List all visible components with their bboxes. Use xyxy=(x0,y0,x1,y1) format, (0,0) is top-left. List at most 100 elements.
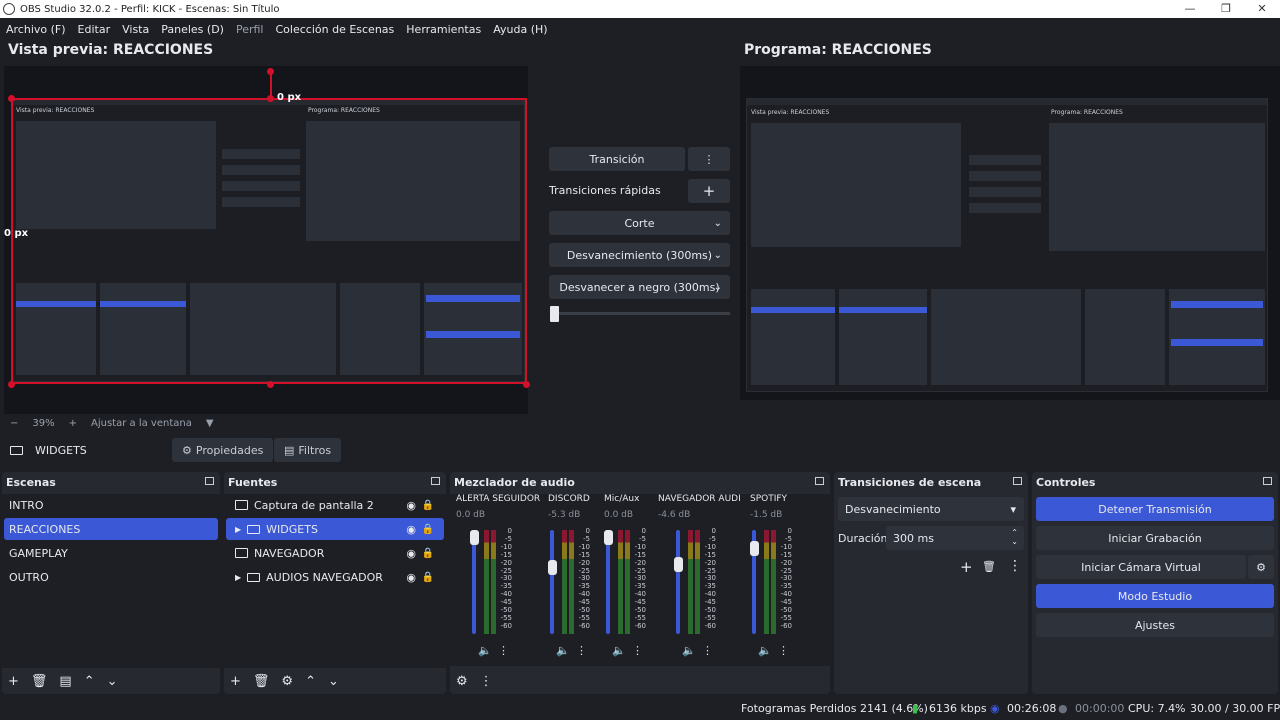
tbar-track[interactable] xyxy=(556,312,730,315)
stepper-icon[interactable]: ⌃ ⌄ xyxy=(1011,528,1018,546)
chevron-up-icon[interactable]: ⌃ xyxy=(84,674,95,689)
menu-archivo[interactable]: Archivo (F) xyxy=(6,23,66,36)
zoom-in-button[interactable]: + xyxy=(69,418,77,429)
volume-fader-knob[interactable] xyxy=(469,530,479,545)
studio-mode-button[interactable]: Modo Estudio xyxy=(1036,584,1274,608)
duration-input[interactable]: 300 ms ⌃ ⌄ xyxy=(886,526,1024,550)
lock-icon[interactable]: 🔒 xyxy=(422,524,434,535)
menu-ayuda[interactable]: Ayuda (H) xyxy=(493,23,547,36)
eye-icon[interactable]: ◉ xyxy=(406,571,416,584)
volume-fader-knob[interactable] xyxy=(749,540,759,556)
filter-icon[interactable]: ▤ xyxy=(59,674,71,689)
undock-icon[interactable] xyxy=(1013,477,1022,485)
scene-item-gameplay[interactable]: GAMEPLAY xyxy=(4,542,218,564)
eye-icon[interactable]: ◉ xyxy=(406,523,416,536)
mixer-channels: ALERTA SEGUIDOR 0.0 dB 0 -5 -10 -15 -20 -25 -30-… xyxy=(450,494,830,666)
menu-editar[interactable]: Editar xyxy=(78,23,111,36)
gear-icon[interactable]: ⚙ xyxy=(456,674,468,689)
source-item[interactable]: Captura de pantalla 2 ◉ 🔒 xyxy=(226,494,444,516)
eye-icon[interactable]: ◉ xyxy=(406,499,416,512)
menu-dots-icon[interactable]: ⋮ xyxy=(632,644,643,657)
trash-icon[interactable]: 🗑 xyxy=(31,674,48,689)
undock-icon[interactable] xyxy=(431,477,440,485)
tbar-handle[interactable] xyxy=(550,306,559,322)
chevron-down-icon[interactable]: ▼ xyxy=(206,418,214,429)
resize-handle-bottom-right[interactable] xyxy=(523,381,530,388)
trash-icon[interactable]: 🗑 xyxy=(982,560,996,573)
transition-menu-icon[interactable]: ⋮ xyxy=(688,147,730,171)
quick-transition-fade-black[interactable]: Desvanecer a negro (300ms) ⌄ xyxy=(549,275,730,299)
volume-fader-track[interactable] xyxy=(472,530,476,634)
speaker-icon[interactable]: 🔈 xyxy=(758,644,772,657)
settings-button[interactable]: Ajustes xyxy=(1036,613,1274,637)
volume-fader-track[interactable] xyxy=(676,530,680,634)
fit-window-label[interactable]: Ajustar a la ventana xyxy=(91,418,192,429)
gear-icon[interactable]: ⚙ xyxy=(281,674,293,689)
menu-dots-icon[interactable]: ⋮ xyxy=(576,644,587,657)
undock-icon[interactable] xyxy=(815,477,824,485)
resize-handle-top-left[interactable] xyxy=(8,95,15,102)
add-icon[interactable]: + xyxy=(960,558,973,576)
source-selection-frame[interactable] xyxy=(11,98,527,384)
chevron-down-icon[interactable]: ⌄ xyxy=(328,674,339,689)
speaker-icon[interactable]: 🔈 xyxy=(682,644,696,657)
speaker-icon[interactable]: 🔈 xyxy=(478,644,492,657)
minimize-icon[interactable]: — xyxy=(1172,0,1208,18)
menu-herramientas[interactable]: Herramientas xyxy=(406,23,481,36)
stop-stream-button[interactable]: Detener Transmisión xyxy=(1036,497,1274,521)
volume-fader-knob[interactable] xyxy=(673,556,683,572)
menu-perfil[interactable]: Perfil xyxy=(236,23,264,36)
menu-dots-icon[interactable]: ⋮ xyxy=(480,674,493,689)
menu-dots-icon[interactable]: ⋮ xyxy=(702,644,713,657)
scene-item-intro[interactable]: INTRO xyxy=(4,494,218,516)
zoom-out-button[interactable]: − xyxy=(10,418,18,429)
virtual-cam-settings-gear-icon[interactable]: ⚙ xyxy=(1248,555,1274,579)
add-quick-transition-icon[interactable]: + xyxy=(688,179,730,203)
add-icon[interactable]: + xyxy=(8,674,19,689)
scene-item-reacciones[interactable]: REACCIONES xyxy=(4,518,218,540)
zoom-bar: − 39% + Ajustar a la ventana ▼ xyxy=(4,414,528,432)
chevron-up-icon[interactable]: ⌃ xyxy=(305,674,316,689)
volume-fader-knob[interactable] xyxy=(603,530,613,545)
chevron-down-icon[interactable]: ⌄ xyxy=(107,674,118,689)
start-virtual-cam-button[interactable]: Iniciar Cámara Virtual xyxy=(1036,555,1246,579)
speaker-icon[interactable]: 🔈 xyxy=(556,644,570,657)
maximize-icon[interactable]: ❐ xyxy=(1208,0,1244,18)
menu-paneles[interactable]: Paneles (D) xyxy=(161,23,224,36)
add-icon[interactable]: + xyxy=(230,674,241,689)
duration-label: Duración xyxy=(838,532,888,545)
gear-icon: ⚙ xyxy=(182,443,192,457)
chevron-right-icon[interactable]: ▶ xyxy=(235,573,241,582)
volume-fader-track[interactable] xyxy=(606,530,610,634)
chevron-right-icon[interactable]: ▶ xyxy=(235,525,241,534)
source-item[interactable]: ▶ WIDGETS ◉ 🔒 xyxy=(226,518,444,540)
resize-handle-bottom[interactable] xyxy=(267,381,274,388)
close-icon[interactable]: ✕ xyxy=(1244,0,1280,18)
scene-item-outro[interactable]: OUTRO xyxy=(4,566,218,588)
volume-fader-knob[interactable] xyxy=(547,559,557,575)
speaker-icon[interactable]: 🔈 xyxy=(612,644,626,657)
transition-select[interactable]: Desvanecimiento ▾ xyxy=(838,497,1024,521)
volume-fader-track[interactable] xyxy=(550,530,554,634)
quick-transition-cut[interactable]: Corte ⌄ xyxy=(549,211,730,235)
lock-icon[interactable]: 🔒 xyxy=(422,500,434,511)
source-item[interactable]: ▶ AUDIOS NAVEGADOR ◉ 🔒 xyxy=(226,566,444,588)
undock-icon[interactable] xyxy=(205,477,214,485)
menu-dots-icon[interactable]: ⋮ xyxy=(1008,558,1022,574)
menu-coleccion[interactable]: Colección de Escenas xyxy=(276,23,395,36)
undock-icon[interactable] xyxy=(1263,477,1272,485)
menu-vista[interactable]: Vista xyxy=(122,23,149,36)
resize-handle-bottom-left[interactable] xyxy=(8,381,15,388)
transition-button[interactable]: Transición xyxy=(549,147,685,171)
lock-icon[interactable]: 🔒 xyxy=(422,572,434,583)
eye-icon[interactable]: ◉ xyxy=(406,547,416,560)
menu-dots-icon[interactable]: ⋮ xyxy=(778,644,789,657)
quick-transition-fade[interactable]: Desvanecimiento (300ms) ⌄ xyxy=(549,243,730,267)
source-item[interactable]: NAVEGADOR ◉ 🔒 xyxy=(226,542,444,564)
menu-dots-icon[interactable]: ⋮ xyxy=(498,644,509,657)
start-recording-button[interactable]: Iniciar Grabación xyxy=(1036,526,1274,550)
filters-button[interactable]: ▤ Filtros xyxy=(274,438,342,462)
lock-icon[interactable]: 🔒 xyxy=(422,548,434,559)
properties-button[interactable]: ⚙ Propiedades xyxy=(172,438,274,462)
trash-icon[interactable]: 🗑 xyxy=(253,674,270,689)
